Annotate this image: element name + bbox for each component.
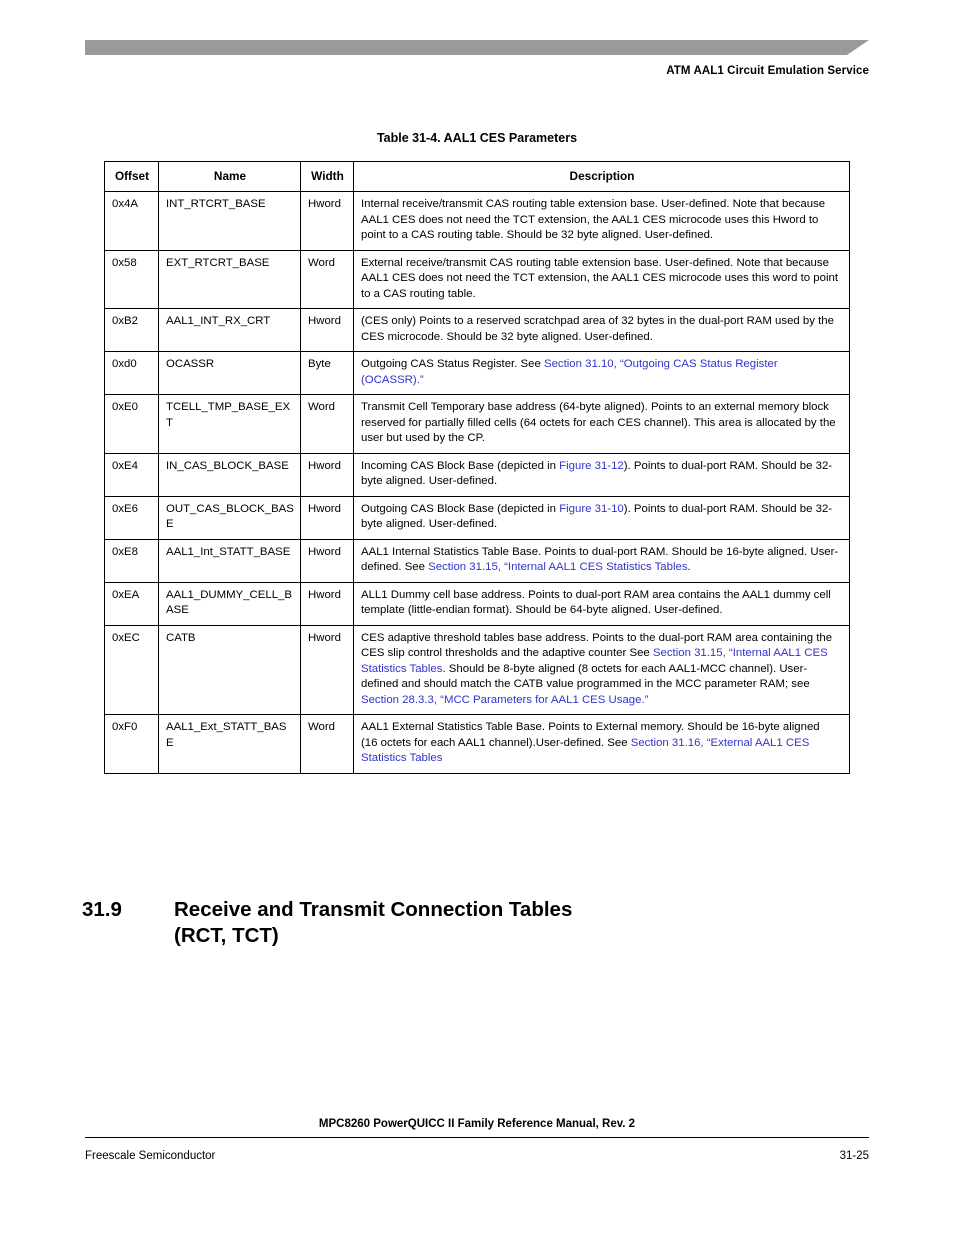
table-caption: Table 31-4. AAL1 CES Parameters (376, 131, 578, 145)
footer-page-number: 31-25 (839, 1150, 869, 1162)
column-header-width: Width (300, 160, 354, 193)
table-row: 0xF0 AAL1_Ext_STATT_BASE Word AAL1 External… (104, 714, 850, 774)
table-row: 0x4A INT_RTCRT_BASE Hword Internal receive/… (104, 191, 850, 251)
cell-name: AAL1_Int_STATT_BASE (158, 538, 301, 583)
cell-width: Word (300, 394, 354, 454)
cell-description: AAL1 Internal Statistics Table Base. Poi… (353, 538, 850, 583)
cell-name: INT_RTCRT_BASE (158, 191, 301, 251)
page-header: ATM AAL1 Circuit Emulation Service (85, 40, 869, 77)
table-body: 0x4A INT_RTCRT_BASE Hword Internal receive/… (104, 191, 850, 774)
table-header-row: Offset Name Width Description (104, 160, 850, 193)
cell-name: AAL1_DUMMY_CELL_BASE (158, 581, 301, 626)
section-number: 31.9 (82, 898, 122, 921)
cell-description: Incoming CAS Block Base (depicted in Fig… (353, 452, 850, 497)
cell-name: OUT_CAS_BLOCK_BASE (158, 495, 301, 540)
cell-description: Internal receive/transmit CAS routing ta… (353, 191, 850, 251)
column-header-name: Name (158, 160, 301, 193)
cell-description: CES adaptive threshold tables base addre… (353, 624, 850, 716)
cell-width: Hword (300, 624, 354, 716)
cell-name: AAL1_Ext_STATT_BASE (158, 714, 301, 774)
cell-width: Hword (300, 538, 354, 583)
cell-offset: 0xE0 (104, 394, 159, 454)
cell-description: Outgoing CAS Block Base (depicted in Fig… (353, 495, 850, 540)
cell-width: Hword (300, 581, 354, 626)
footer-manual-title: MPC8260 PowerQUICC II Family Reference M… (318, 1118, 636, 1130)
cell-offset: 0xE8 (104, 538, 159, 583)
cell-width: Hword (300, 495, 354, 540)
cell-offset: 0xEA (104, 581, 159, 626)
description-text: Outgoing CAS Block Base (depicted in (361, 502, 560, 515)
cell-offset: 0xB2 (104, 308, 159, 353)
header-decoration-bar (85, 40, 869, 55)
running-header-title: ATM AAL1 Circuit Emulation Service (666, 65, 869, 77)
cross-reference-link[interactable]: Figure 31-12 (559, 460, 624, 472)
cell-description: ALL1 Dummy cell base address. Points to … (353, 581, 850, 626)
table-row: 0xE6 OUT_CAS_BLOCK_BASE Hword Outgoing CAS … (104, 495, 850, 540)
cross-reference-link[interactable]: Section 28.3.3, “MCC Parameters for AAL1… (361, 694, 648, 706)
column-header-offset: Offset (104, 160, 159, 193)
aal1-ces-parameters-table: Offset Name Width Description 0x4A INT_RT… (104, 160, 850, 774)
description-text: Incoming CAS Block Base (depicted in (361, 459, 560, 472)
cell-offset: 0xE4 (104, 452, 159, 497)
cell-name: IN_CAS_BLOCK_BASE (158, 452, 301, 497)
cell-offset: 0xE6 (104, 495, 159, 540)
table-row: 0xE4 IN_CAS_BLOCK_BASE Hword Incoming CAS B… (104, 452, 850, 497)
section-title: Receive and Transmit Connection Tables (… (174, 898, 573, 948)
cell-name: AAL1_INT_RX_CRT (158, 308, 301, 353)
cell-name: EXT_RTCRT_BASE (158, 249, 301, 310)
cell-width: Hword (300, 191, 354, 251)
cell-description: (CES only) Points to a reserved scratchp… (353, 308, 850, 353)
cell-offset: 0x4A (104, 191, 159, 251)
cell-width: Byte (300, 351, 354, 396)
table-row: 0xEA AAL1_DUMMY_CELL_BASE Hword ALL1 Dummy … (104, 581, 850, 626)
cross-reference-link[interactable]: Figure 31-10 (559, 503, 624, 515)
cell-description: Transmit Cell Temporary base address (64… (353, 394, 850, 454)
cell-width: Hword (300, 452, 354, 497)
cell-offset: 0xF0 (104, 714, 159, 774)
table-row: 0xd0 OCASSR Byte Outgoing CAS Status Regist… (104, 351, 850, 396)
description-text: Outgoing CAS Status Register. See (361, 358, 544, 371)
cell-description: Outgoing CAS Status Register. See Sectio… (353, 351, 850, 396)
cell-offset: 0xd0 (104, 351, 159, 396)
cell-name: CATB (158, 624, 301, 716)
table-row: 0x58 EXT_RTCRT_BASE Word External receive/t… (104, 249, 850, 310)
cell-width: Word (300, 714, 354, 774)
column-header-description: Description (353, 160, 850, 193)
footer-company: Freescale Semiconductor (85, 1150, 216, 1162)
page-footer: MPC8260 PowerQUICC II Family Reference M… (85, 1118, 869, 1162)
section-heading: 31.9 Receive and Transmit Connection Tab… (82, 897, 782, 949)
description-text: . (687, 561, 691, 574)
table-row: 0xEC CATB Hword CES adaptive threshold tabl… (104, 624, 850, 716)
table-row: 0xE0 TCELL_TMP_BASE_EXT Word Transmit Cell … (104, 394, 850, 454)
cell-description: External receive/transmit CAS routing ta… (353, 249, 850, 310)
cell-description: AAL1 External Statistics Table Base. Poi… (353, 714, 850, 774)
table-row: 0xB2 AAL1_INT_RX_CRT Hword (CES only) Point… (104, 308, 850, 353)
cell-name: TCELL_TMP_BASE_EXT (158, 394, 301, 454)
cell-offset: 0xEC (104, 624, 159, 716)
table-row: 0xE8 AAL1_Int_STATT_BASE Hword AAL1 Interna… (104, 538, 850, 583)
cell-name: OCASSR (158, 351, 301, 396)
cross-reference-link[interactable]: Section 31.15, “Internal AAL1 CES Statis… (428, 561, 687, 573)
cell-width: Word (300, 249, 354, 310)
cell-offset: 0x58 (104, 249, 159, 310)
cell-width: Hword (300, 308, 354, 353)
